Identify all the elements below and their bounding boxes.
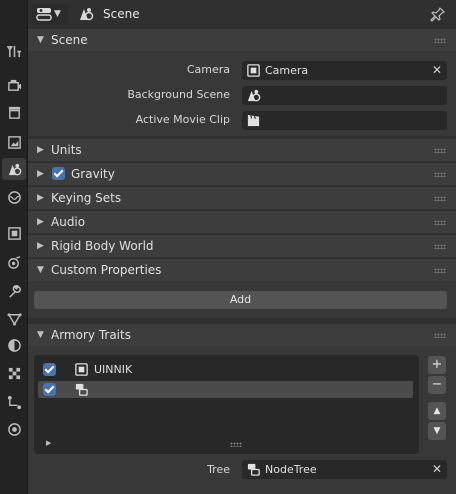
node-tree-icon (75, 383, 88, 396)
filter-expand-arrow-icon[interactable]: ▶ (46, 439, 51, 447)
panel-title: Rigid Body World (51, 239, 154, 253)
expanded-arrow-icon: ▼ (37, 330, 44, 340)
material-shading-icon[interactable] (2, 334, 26, 356)
panel-title: Gravity (71, 167, 115, 181)
panel-title: Audio (51, 215, 86, 229)
background-scene-field[interactable] (242, 86, 447, 105)
movie-clip-label: Active Movie Clip (135, 113, 230, 126)
expanded-arrow-icon: ▼ (37, 35, 44, 45)
tree-label: Tree (207, 463, 230, 476)
panel-title: Custom Properties (51, 263, 162, 277)
pin-icon[interactable] (430, 6, 446, 22)
add-trait-button[interactable]: + (428, 356, 446, 374)
trait-enabled-checkbox[interactable] (43, 363, 56, 376)
drag-grip-icon[interactable] (434, 244, 446, 249)
panel-audio-header[interactable]: ▶ Audio (28, 211, 456, 233)
constraints-tab-icon[interactable] (2, 391, 26, 413)
context-label: Scene (103, 7, 140, 21)
movie-clip-icon (247, 114, 260, 127)
collapsed-arrow-icon: ▶ (37, 145, 44, 155)
clear-close-icon[interactable]: ✕ (432, 462, 442, 476)
trait-label: UINNIK (94, 363, 133, 376)
panel-scene-header[interactable]: ▼ Scene (28, 29, 456, 51)
panel-title: Keying Sets (51, 191, 122, 205)
properties-editor-icon (36, 8, 52, 21)
drag-grip-icon[interactable] (434, 38, 446, 43)
scene-icon (247, 89, 261, 102)
tree-field[interactable]: NodeTree ✕ (242, 460, 447, 479)
world-tab-icon[interactable] (2, 186, 26, 208)
panel-custom-properties-header[interactable]: ▼ Custom Properties (28, 259, 456, 281)
camera-field[interactable]: Camera ✕ (242, 61, 447, 80)
panel-units-header[interactable]: ▶ Units (28, 139, 456, 161)
gravity-checkbox[interactable] (52, 167, 65, 180)
tool-tab-icon[interactable] (2, 40, 26, 62)
drag-grip-icon[interactable] (434, 148, 446, 153)
properties-tab-strip (0, 0, 28, 494)
remove-trait-button[interactable]: − (428, 376, 446, 394)
editor-type-menu[interactable]: ▼ (32, 4, 68, 24)
physics-tab-icon[interactable] (2, 251, 26, 273)
object-icon (247, 64, 260, 77)
modifier-wrench-icon[interactable] (2, 280, 26, 302)
chevron-down-icon: ▼ (54, 9, 61, 19)
panel-rigid-body-world-header[interactable]: ▶ Rigid Body World (28, 235, 456, 257)
panel-title: Scene (51, 33, 88, 47)
panel-keying-sets-header[interactable]: ▶ Keying Sets (28, 187, 456, 209)
drag-grip-icon[interactable] (434, 268, 446, 273)
panel-gravity-header[interactable]: ▶ Gravity (28, 163, 456, 185)
background-scene-label: Background Scene (127, 88, 230, 101)
clear-close-icon[interactable]: ✕ (432, 63, 442, 77)
movie-clip-field[interactable] (242, 111, 447, 130)
camera-label: Camera (186, 63, 230, 76)
properties-header: ▼ Scene (28, 0, 456, 28)
node-tree-icon (247, 463, 260, 476)
collapsed-arrow-icon: ▶ (37, 169, 44, 179)
view-layer-tab-icon[interactable] (2, 131, 26, 153)
panel-title: Armory Traits (51, 328, 131, 342)
scene-tab-icon[interactable] (2, 158, 26, 180)
add-property-button[interactable]: Add (34, 291, 447, 309)
panel-title: Units (51, 143, 82, 157)
move-down-button[interactable]: ▼ (428, 422, 446, 440)
drag-grip-icon[interactable] (434, 196, 446, 201)
camera-value: Camera (265, 64, 309, 77)
particles-tab-icon[interactable] (2, 307, 26, 329)
collapsed-arrow-icon: ▶ (37, 241, 44, 251)
drag-grip-icon[interactable] (434, 333, 446, 338)
drag-grip-icon[interactable] (434, 172, 446, 177)
list-resize-grip-icon[interactable] (230, 442, 242, 447)
move-up-button[interactable]: ▲ (428, 402, 446, 420)
object-tab-icon[interactable] (2, 222, 26, 244)
traits-list: UINNIK ▶ (34, 355, 419, 454)
trait-enabled-checkbox[interactable] (43, 383, 56, 396)
output-tab-icon[interactable] (2, 101, 26, 123)
scene-context-icon (80, 8, 94, 21)
object-icon (75, 363, 88, 376)
drag-grip-icon[interactable] (434, 220, 446, 225)
armory-tab-icon[interactable] (2, 418, 26, 440)
list-item[interactable] (38, 381, 413, 398)
render-tab-icon[interactable] (2, 74, 26, 96)
list-item[interactable]: UINNIK (38, 361, 413, 378)
collapsed-arrow-icon: ▶ (37, 193, 44, 203)
panel-armory-traits-header[interactable]: ▼ Armory Traits (28, 324, 456, 346)
expanded-arrow-icon: ▼ (37, 265, 44, 275)
collapsed-arrow-icon: ▶ (37, 217, 44, 227)
texture-checker-icon[interactable] (2, 362, 26, 384)
tree-value: NodeTree (265, 463, 317, 476)
